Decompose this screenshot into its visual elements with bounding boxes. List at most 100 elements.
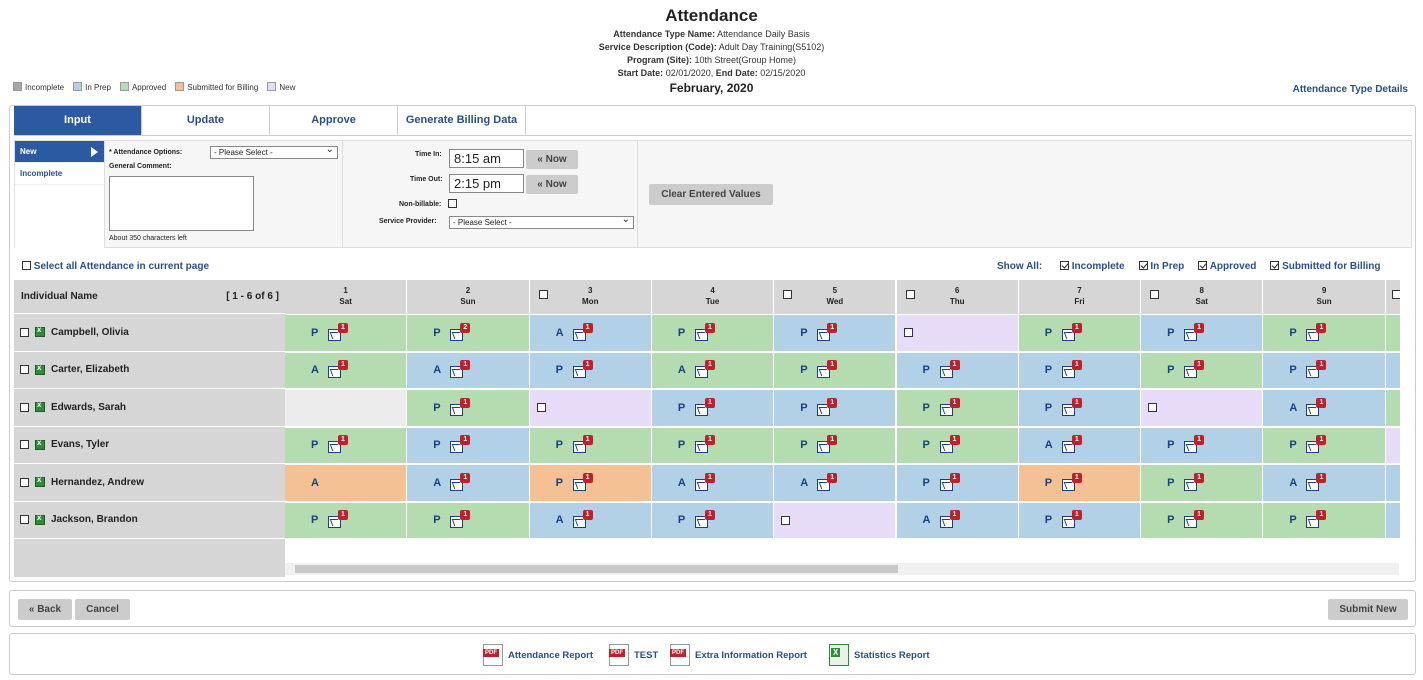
edit-note-icon[interactable]: 1 [1306,435,1327,454]
edit-note-icon[interactable]: 1 [694,397,715,416]
attendance-cell[interactable]: P1 [407,502,530,539]
attendance-cell[interactable]: P1 [651,502,775,539]
show-filter-submitted-for-billing[interactable]: Submitted for Billing [1270,261,1380,272]
time-out-input[interactable]: 2:15 pm [449,174,524,193]
back-button[interactable]: « Back [18,599,72,620]
attendance-cell[interactable]: P1 [1263,352,1386,389]
edit-note-icon[interactable]: 1 [1184,322,1205,341]
statistics-report-link[interactable]: Statistics Report [829,644,930,666]
row-checkbox[interactable] [20,477,29,487]
excel-icon[interactable] [35,400,45,413]
tab-update[interactable]: Update [142,106,270,135]
attendance-cell[interactable]: P1 [896,352,1019,389]
attendance-cell[interactable]: P1 [896,465,1019,502]
cell-checkbox[interactable] [536,403,546,413]
edit-note-icon[interactable]: 1 [817,472,838,491]
tab-generate-billing-data[interactable]: Generate Billing Data [398,106,526,135]
attendance-cell[interactable] [1141,390,1264,427]
attendance-cell[interactable]: P1 [651,427,775,464]
edit-note-icon[interactable]: 1 [572,435,593,454]
attendance-cell[interactable]: A1 [651,352,775,389]
cell-checkbox[interactable] [1148,403,1158,413]
attendance-cell[interactable]: P1 [1018,502,1142,539]
edit-note-icon[interactable]: 1 [694,360,715,379]
attendance-cell[interactable]: P1 [1141,315,1264,352]
edit-note-icon[interactable]: 1 [1306,472,1327,491]
attendance-cell[interactable]: P1 [896,427,1019,464]
filter-checkbox[interactable] [1138,261,1148,270]
extra-information-report-link[interactable]: Extra Information Report [670,644,807,666]
attendance-cell[interactable]: P1 [1141,352,1264,389]
attendance-cell[interactable]: P1 [285,315,408,352]
edit-note-icon[interactable]: 1 [572,510,593,529]
attendance-cell[interactable]: A [285,465,408,502]
edit-note-icon[interactable]: 1 [939,360,960,379]
attendance-cell[interactable]: P1 [774,390,897,427]
attendance-cell[interactable]: A1 [896,502,1019,539]
cell-checkbox[interactable] [781,515,791,525]
attendance-cell[interactable]: P1 [1018,465,1142,502]
edit-note-icon[interactable]: 1 [1306,360,1327,379]
attendance-cell[interactable]: P1 [1018,315,1142,352]
attendance-options-select[interactable]: - Please Select - [210,144,338,159]
edit-note-icon[interactable]: 1 [328,360,348,379]
attendance-cell[interactable]: P1 [1018,390,1142,427]
edit-note-icon[interactable]: 1 [694,510,715,529]
time-out-now-button[interactable]: « Now [526,175,578,194]
edit-note-icon[interactable]: 1 [328,435,348,454]
edit-note-icon[interactable]: 1 [328,510,348,529]
edit-note-icon[interactable]: 1 [939,397,960,416]
attendance-report-link[interactable]: Attendance Report [483,644,593,666]
show-filter-in-prep[interactable]: In Prep [1138,261,1184,272]
edit-note-icon[interactable]: 1 [817,397,838,416]
attendance-cell[interactable] [1385,315,1400,352]
day-checkbox[interactable] [1391,290,1400,299]
day-checkbox[interactable] [1150,290,1160,299]
day-checkbox[interactable] [905,290,915,299]
attendance-cell[interactable]: P1 [529,352,652,389]
edit-note-icon[interactable]: 1 [1306,510,1327,529]
row-checkbox[interactable] [20,440,29,450]
attendance-cell[interactable]: P1 [1141,427,1264,464]
non-billable-checkbox[interactable] [448,199,457,208]
edit-note-icon[interactable]: 1 [694,322,715,341]
attendance-cell[interactable]: A1 [529,315,652,352]
edit-note-icon[interactable]: 1 [1184,435,1205,454]
attendance-cell[interactable]: P1 [896,390,1019,427]
edit-note-icon[interactable]: 1 [450,472,471,491]
edit-note-icon[interactable]: 1 [1061,510,1082,529]
attendance-cell[interactable]: A1 [529,502,652,539]
attendance-cell[interactable]: P1 [529,465,652,502]
edit-note-icon[interactable]: 1 [450,397,471,416]
time-in-input[interactable]: 8:15 am [449,149,524,168]
attendance-cell[interactable]: P1 [774,352,897,389]
edit-note-icon[interactable]: 1 [450,360,471,379]
edit-note-icon[interactable]: 1 [572,360,593,379]
edit-note-icon[interactable]: 1 [1184,360,1205,379]
attendance-cell[interactable]: P1 [1263,502,1386,539]
attendance-cell[interactable]: P1 [651,390,775,427]
attendance-cell[interactable]: A1 [651,465,775,502]
edit-note-icon[interactable]: 1 [572,322,593,341]
attendance-cell[interactable] [1385,427,1400,464]
attendance-cell[interactable]: P1 [774,427,897,464]
tab-incomplete[interactable]: Incomplete [15,163,104,185]
edit-note-icon[interactable]: 1 [694,472,715,491]
edit-note-icon[interactable]: 2 [450,322,471,341]
edit-note-icon[interactable]: 1 [817,435,838,454]
attendance-cell[interactable] [529,390,652,427]
attendance-cell[interactable]: P1 [285,502,408,539]
attendance-cell[interactable]: P1 [285,427,408,464]
filter-checkbox[interactable] [1270,261,1280,270]
row-checkbox[interactable] [20,402,29,412]
edit-note-icon[interactable]: 1 [450,435,471,454]
attendance-cell[interactable]: A1 [1263,465,1386,502]
edit-note-icon[interactable]: 1 [1061,472,1082,491]
show-filter-incomplete[interactable]: Incomplete [1060,261,1125,272]
edit-note-icon[interactable]: 1 [328,322,348,341]
select-all-checkbox[interactable] [22,261,31,270]
attendance-cell[interactable] [774,502,897,539]
attendance-cell[interactable]: A1 [774,465,897,502]
filter-checkbox[interactable] [1060,261,1069,270]
service-provider-select[interactable]: - Please Select - [449,214,634,229]
